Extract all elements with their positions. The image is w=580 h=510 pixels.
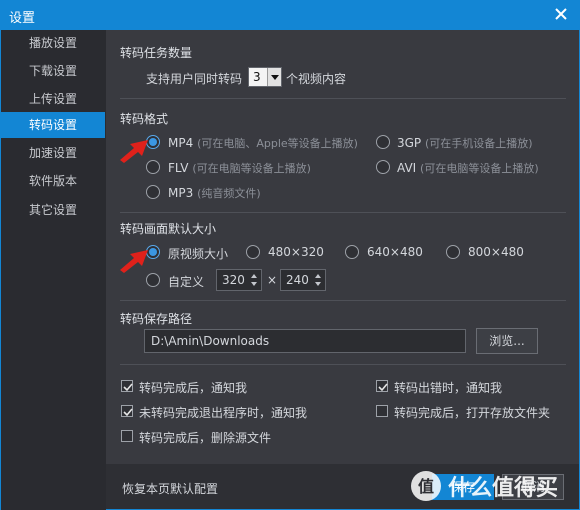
title-bar: 设置: [0, 0, 580, 30]
transcode-settings-panel: 转码任务数量 支持用户同时转码 3 个视频内容 转码格式 MP4 (可在电脑、A…: [106, 30, 580, 510]
size-640x480-radio[interactable]: [345, 245, 359, 259]
notify-error-checkbox[interactable]: [376, 380, 388, 392]
custom-height-stepper[interactable]: 240: [280, 269, 326, 291]
size-640x480-label[interactable]: 640×480: [367, 245, 423, 259]
restore-defaults-link[interactable]: 恢复本页默认配置: [122, 480, 218, 497]
notify-complete-checkbox[interactable]: [121, 380, 133, 392]
watermark-logo: 值 什么值得买: [402, 468, 580, 504]
format-mp4-label[interactable]: MP4 (可在电脑、Apple等设备上播放): [168, 135, 358, 151]
sidebar: 播放设置 下载设置 上传设置 转码设置 加速设置 软件版本 其它设置: [0, 30, 106, 510]
size-800x480-radio[interactable]: [446, 245, 460, 259]
format-avi-label[interactable]: AVI (可在电脑等设备上播放): [397, 160, 539, 176]
task-count-select[interactable]: 3: [248, 67, 282, 87]
save-path-input[interactable]: D:\Amin\Downloads: [144, 329, 466, 353]
size-480x320-label[interactable]: 480×320: [268, 245, 324, 259]
notify-exit-label[interactable]: 未转码完成退出程序时，通知我: [139, 404, 307, 421]
path-title: 转码保存路径: [120, 312, 193, 326]
svg-text:值: 值: [418, 477, 434, 496]
delete-source-checkbox[interactable]: [121, 430, 133, 442]
custom-width-value: 320: [222, 273, 245, 287]
format-flv-label[interactable]: FLV (可在电脑等设备上播放): [168, 160, 311, 176]
stepper-arrows-icon[interactable]: [251, 272, 259, 288]
size-title: 转码画面默认大小: [120, 222, 217, 236]
size-custom-label[interactable]: 自定义: [168, 273, 204, 290]
sidebar-item-version[interactable]: 软件版本: [1, 168, 105, 194]
notify-exit-checkbox[interactable]: [121, 405, 133, 417]
task-count-value: 3: [253, 70, 261, 84]
chevron-down-icon[interactable]: [267, 68, 281, 86]
format-3gp-label[interactable]: 3GP (可在手机设备上播放): [397, 135, 533, 151]
format-title: 转码格式: [120, 112, 169, 126]
custom-width-stepper[interactable]: 320: [216, 269, 262, 291]
delete-source-label[interactable]: 转码完成后，删除源文件: [139, 429, 271, 446]
window-title: 设置: [9, 11, 36, 26]
open-folder-label[interactable]: 转码完成后，打开存放文件夹: [394, 404, 550, 421]
size-times-sign: ×: [267, 273, 278, 287]
stepper-arrows-icon[interactable]: [315, 272, 323, 288]
size-480x320-radio[interactable]: [246, 245, 260, 259]
browse-button[interactable]: 浏览...: [476, 328, 538, 354]
custom-height-value: 240: [286, 273, 309, 287]
notify-error-label[interactable]: 转码出错时，通知我: [394, 379, 502, 396]
divider: [120, 364, 566, 365]
size-original-label[interactable]: 原视频大小: [168, 245, 228, 262]
size-custom-radio[interactable]: [146, 273, 160, 287]
open-folder-checkbox[interactable]: [376, 405, 388, 417]
format-mp3-radio[interactable]: [146, 185, 160, 199]
red-arrow-icon: [120, 140, 148, 163]
notify-complete-label[interactable]: 转码完成后，通知我: [139, 379, 247, 396]
red-arrow-icon: [120, 250, 148, 273]
divider: [120, 212, 566, 213]
sidebar-item-upload[interactable]: 上传设置: [1, 86, 105, 112]
task-count-title: 转码任务数量: [120, 46, 193, 60]
close-icon[interactable]: [552, 5, 570, 23]
size-800x480-label[interactable]: 800×480: [468, 245, 524, 259]
divider: [120, 300, 566, 301]
sidebar-item-download[interactable]: 下载设置: [1, 58, 105, 84]
divider: [120, 98, 566, 99]
format-3gp-radio[interactable]: [376, 135, 390, 149]
sidebar-item-transcode[interactable]: 转码设置: [1, 112, 105, 138]
task-count-prefix: 支持用户同时转码: [146, 72, 243, 86]
sidebar-item-playback[interactable]: 播放设置: [1, 30, 105, 56]
svg-text:什么值得买: 什么值得买: [448, 475, 558, 501]
task-count-suffix: 个视频内容: [286, 72, 347, 86]
format-avi-radio[interactable]: [376, 160, 390, 174]
format-mp3-label[interactable]: MP3 (纯音频文件): [168, 185, 261, 201]
sidebar-item-other[interactable]: 其它设置: [1, 197, 105, 223]
sidebar-item-acceleration[interactable]: 加速设置: [1, 140, 105, 166]
